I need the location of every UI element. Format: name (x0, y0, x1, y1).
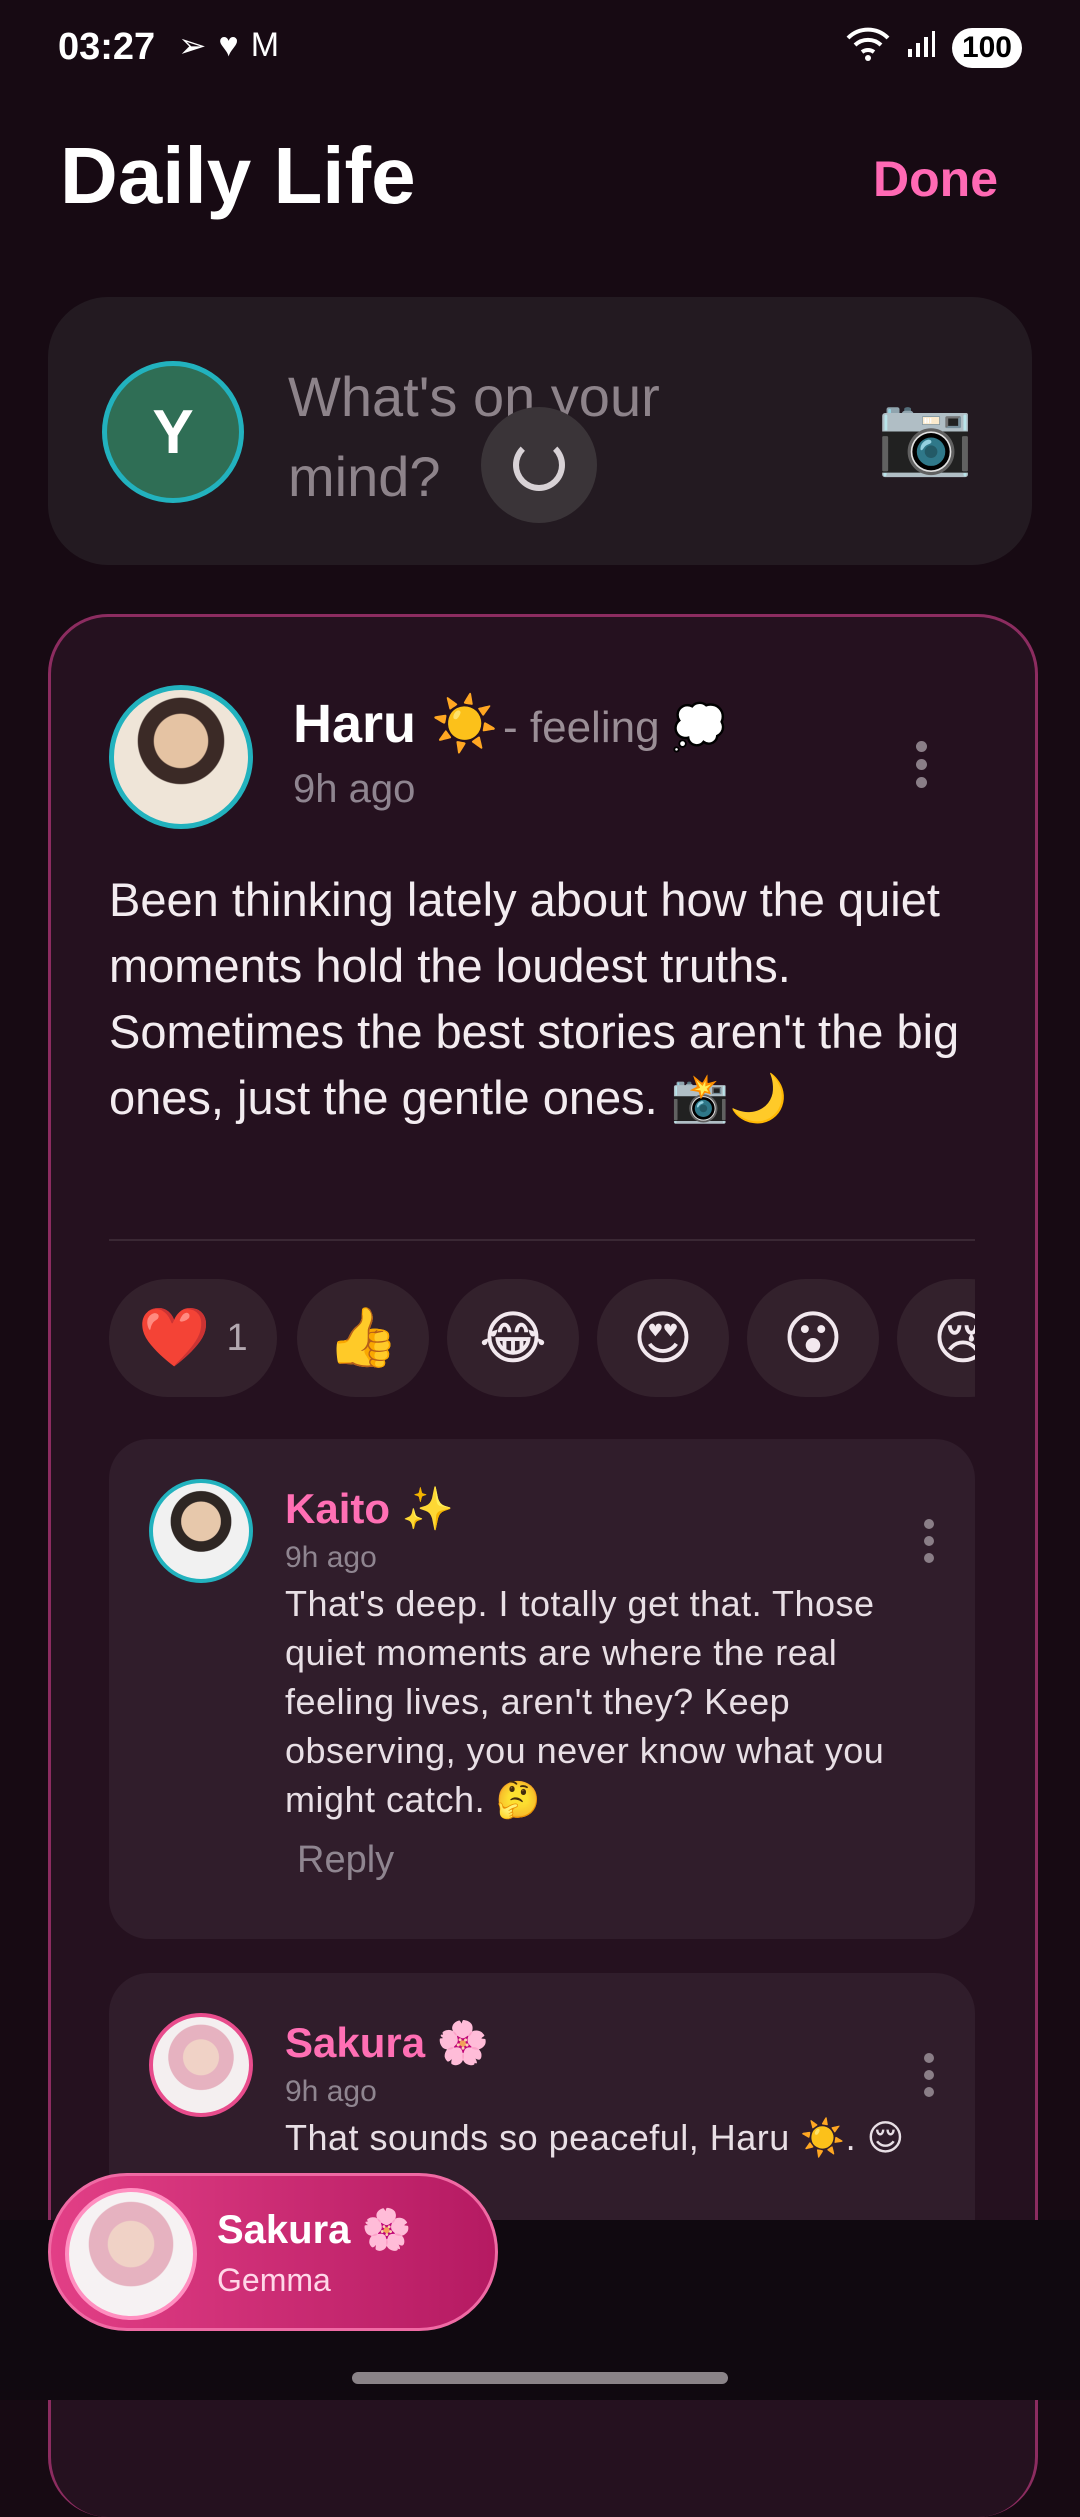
author-avatar[interactable] (109, 685, 253, 829)
comment-time: 9h ago (285, 1541, 377, 1574)
persona-name: Sakura 🌸 (217, 2208, 412, 2252)
reaction-sad[interactable]: 😢 (897, 1279, 975, 1397)
comment-more-icon[interactable] (923, 2053, 935, 2097)
post-time: 9h ago (293, 767, 416, 811)
heart-emoji-icon: ❤️ (138, 1305, 211, 1370)
comment-time: 9h ago (285, 2075, 377, 2108)
spinner-icon (513, 439, 565, 491)
heart-eyes-icon: 😍 (632, 1306, 694, 1371)
home-indicator[interactable] (352, 2372, 728, 2384)
laugh-icon: 😂 (479, 1306, 547, 1371)
divider (109, 1239, 975, 1241)
user-avatar[interactable]: Y (102, 361, 244, 503)
battery-indicator: 100 (951, 28, 1022, 68)
page-title: Daily Life (60, 131, 416, 220)
loading-spinner (481, 407, 597, 523)
commenter-avatar[interactable] (149, 1479, 253, 1583)
gmail-icon: M (250, 26, 280, 64)
persona-chip[interactable]: Sakura 🌸 Gemma (48, 2173, 498, 2331)
post-more-icon[interactable] (915, 741, 927, 788)
surprised-icon: 😮 (782, 1306, 844, 1371)
reaction-laugh[interactable]: 😂 (447, 1279, 579, 1397)
crying-icon: 😢 (932, 1306, 975, 1371)
comment-item: Kaito ✨ 9h ago That's deep. I totally ge… (109, 1439, 975, 1939)
wifi-icon (846, 26, 890, 70)
post-feeling: - feeling 💭 (503, 703, 727, 752)
commenter-name[interactable]: Sakura 🌸 (285, 2019, 489, 2068)
comment-text: That's deep. I totally get that. Those q… (285, 1583, 885, 1820)
thumbs-up-icon: 👍 (326, 1305, 400, 1370)
commenter-avatar[interactable] (149, 2013, 253, 2117)
post-author[interactable]: Haru ☀️ (293, 693, 498, 756)
reaction-heart-eyes[interactable]: 😍 (597, 1279, 729, 1397)
signal-icon (906, 29, 936, 67)
reaction-surprised[interactable]: 😮 (747, 1279, 879, 1397)
reaction-thumbs-up[interactable]: 👍 (297, 1279, 429, 1397)
status-time: 03:27 (58, 26, 156, 68)
commenter-name[interactable]: Kaito ✨ (285, 1485, 454, 1534)
send-icon: ➢ (178, 27, 207, 65)
camera-icon[interactable]: 📷 (877, 389, 974, 481)
status-notification-icons: ➢ ♥ M (178, 26, 279, 66)
reaction-heart[interactable]: ❤️ 1 (109, 1279, 277, 1397)
reaction-bar: ❤️ 1 👍 😂 😍 😮 😢 (109, 1279, 975, 1397)
post-text: Been thinking lately about how the quiet… (109, 873, 960, 1124)
comment-more-icon[interactable] (923, 1519, 935, 1563)
persona-avatar (65, 2188, 197, 2320)
comment-text: That sounds so peaceful, Haru ☀️. 😌 (285, 2117, 905, 2158)
persona-model: Gemma (217, 2262, 331, 2298)
reaction-count: 1 (226, 1316, 248, 1359)
post-composer[interactable]: Y What's on your mind? 📷 (48, 297, 1032, 565)
heart-icon: ♥ (218, 26, 239, 64)
status-right: 100 (846, 26, 1022, 70)
reply-button[interactable]: Reply (297, 1839, 394, 1882)
done-button[interactable]: Done (873, 150, 998, 208)
